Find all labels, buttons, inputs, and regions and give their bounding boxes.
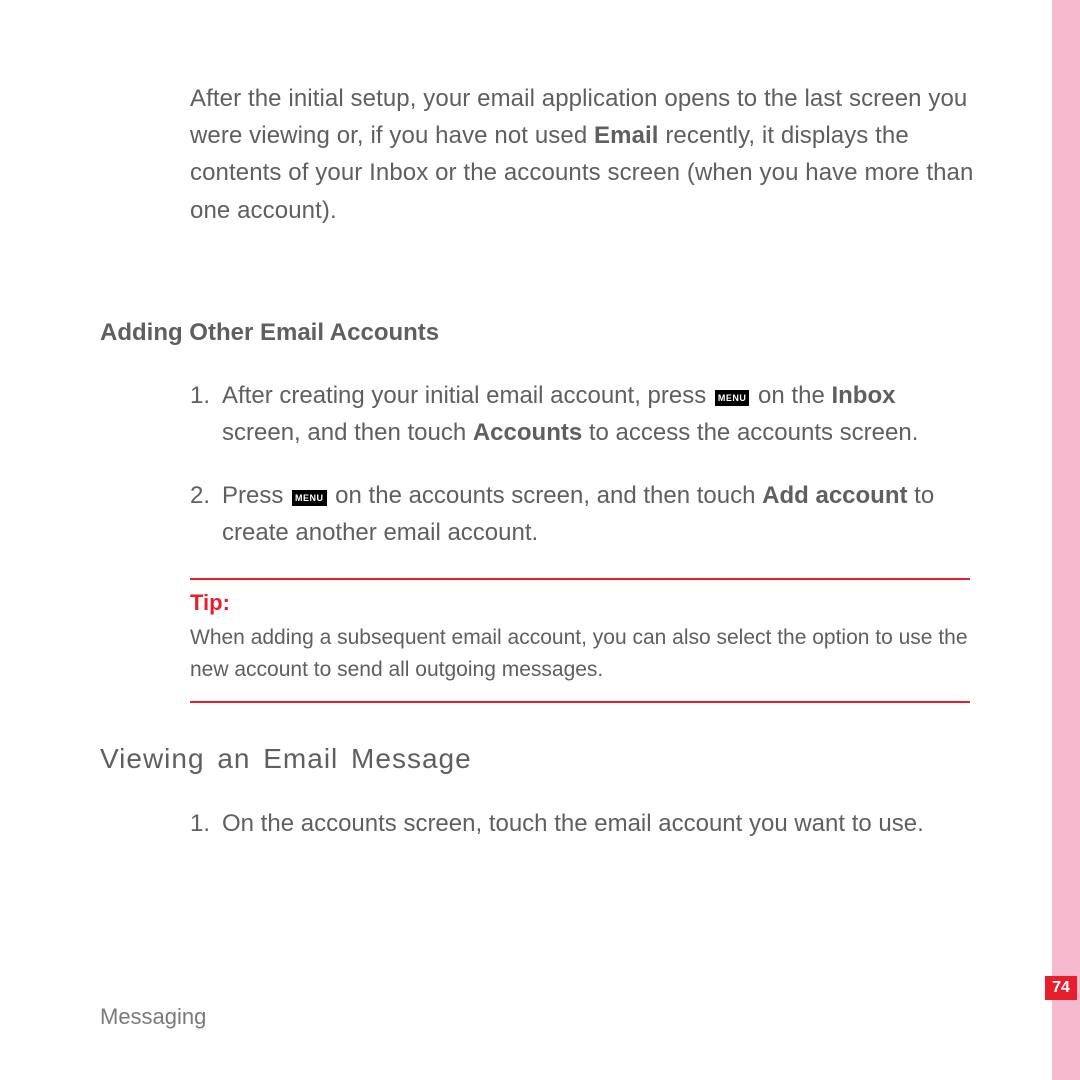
tip-block: Tip: When adding a subsequent email acco… (190, 578, 970, 703)
step-text: Press (222, 482, 290, 509)
heading-adding-accounts: Adding Other Email Accounts (100, 319, 980, 347)
adding-steps-list: 1. After creating your initial email acc… (190, 377, 980, 552)
list-item: 2. Press MENU on the accounts screen, an… (190, 477, 980, 551)
step-number: 1. (190, 377, 222, 451)
step-text: On the accounts screen, touch the email … (222, 810, 924, 837)
list-item: 1. On the accounts screen, touch the ema… (190, 805, 980, 842)
step-text-bold: Accounts (473, 419, 582, 446)
menu-icon: MENU (292, 490, 327, 506)
step-text: on the (751, 382, 831, 409)
heading-viewing-message: Viewing an Email Message (100, 743, 980, 775)
step-text-bold: Inbox (831, 382, 895, 409)
step-text: screen, and then touch (222, 419, 473, 446)
intro-paragraph: After the initial setup, your email appl… (190, 80, 980, 229)
step-number: 1. (190, 805, 222, 842)
intro-text-bold: Email (594, 122, 659, 149)
page-number: 74 (1045, 976, 1077, 1000)
side-accent-bar (1052, 0, 1080, 1080)
page-content: After the initial setup, your email appl… (100, 80, 980, 868)
viewing-steps-list: 1. On the accounts screen, touch the ema… (190, 805, 980, 842)
step-text: on the accounts screen, and then touch (329, 482, 763, 509)
menu-icon: MENU (715, 390, 750, 406)
step-text: to access the accounts screen. (582, 419, 918, 446)
tip-text: When adding a subsequent email account, … (190, 622, 970, 687)
step-text-bold: Add account (762, 482, 907, 509)
footer-section-label: Messaging (100, 1004, 206, 1030)
tip-label: Tip: (190, 590, 970, 616)
step-body: On the accounts screen, touch the email … (222, 805, 980, 842)
step-number: 2. (190, 477, 222, 551)
step-body: After creating your initial email accoun… (222, 377, 980, 451)
list-item: 1. After creating your initial email acc… (190, 377, 980, 451)
step-body: Press MENU on the accounts screen, and t… (222, 477, 980, 551)
step-text: After creating your initial email accoun… (222, 382, 713, 409)
